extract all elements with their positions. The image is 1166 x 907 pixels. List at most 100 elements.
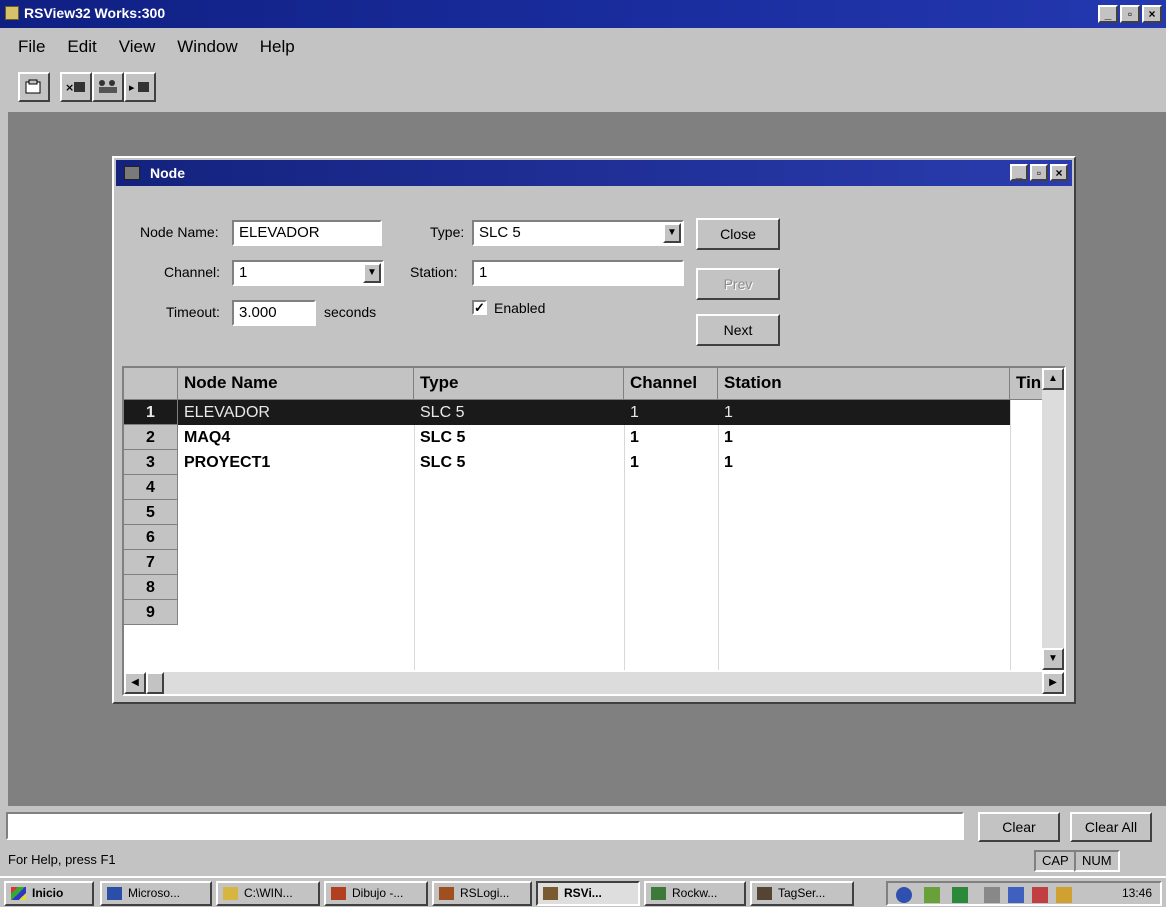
cell-node-name[interactable]: ELEVADOR: [178, 400, 414, 425]
input-icon[interactable]: [1008, 887, 1024, 903]
remove-node-icon[interactable]: ×: [60, 72, 92, 102]
network-icon[interactable]: [896, 887, 912, 903]
task-rslogix[interactable]: RSLogi...: [432, 881, 532, 906]
cell-channel[interactable]: [624, 525, 718, 550]
scroll-down-icon[interactable]: ▼: [1042, 648, 1064, 670]
cell-station[interactable]: [718, 525, 1010, 550]
cell-channel[interactable]: [624, 575, 718, 600]
tray-app-icon[interactable]: [1032, 887, 1048, 903]
cell-channel[interactable]: 1: [624, 450, 718, 475]
table-row[interactable]: 5: [124, 500, 1044, 525]
cell-station[interactable]: [718, 475, 1010, 500]
cell-node-name[interactable]: [178, 500, 414, 525]
cell-station[interactable]: [718, 550, 1010, 575]
row-number[interactable]: 8: [124, 575, 178, 600]
table-row[interactable]: 9: [124, 600, 1044, 625]
clear-button[interactable]: Clear: [978, 812, 1060, 842]
start-button[interactable]: Inicio: [4, 881, 94, 906]
cell-station[interactable]: 1: [718, 400, 1010, 425]
col-header-node-name[interactable]: Node Name: [178, 368, 414, 400]
cell-channel[interactable]: [624, 600, 718, 625]
cell-type[interactable]: [414, 575, 624, 600]
type-dropdown-arrow-icon[interactable]: ▼: [663, 223, 681, 243]
enabled-checkbox[interactable]: ✓: [472, 300, 487, 315]
grid-horizontal-scrollbar[interactable]: ◀ ▶: [124, 672, 1064, 694]
cell-node-name[interactable]: PROYECT1: [178, 450, 414, 475]
minimize-button[interactable]: _: [1098, 5, 1118, 23]
col-header-timeout[interactable]: Tin: [1010, 368, 1044, 400]
table-row[interactable]: 4: [124, 475, 1044, 500]
channel-select[interactable]: 1 ▼: [232, 260, 384, 286]
row-number[interactable]: 2: [124, 425, 178, 450]
cell-channel[interactable]: 1: [624, 425, 718, 450]
scroll-left-icon[interactable]: ◀: [124, 672, 146, 694]
message-line[interactable]: [6, 812, 964, 840]
node-minimize-button[interactable]: _: [1010, 164, 1028, 181]
monitor-icon[interactable]: [952, 887, 968, 903]
row-number[interactable]: 4: [124, 475, 178, 500]
cell-node-name[interactable]: [178, 475, 414, 500]
cell-channel[interactable]: [624, 475, 718, 500]
cell-type[interactable]: [414, 475, 624, 500]
timeout-input[interactable]: 3.000: [232, 300, 316, 326]
col-header-type[interactable]: Type: [414, 368, 624, 400]
cell-node-name[interactable]: [178, 550, 414, 575]
tray-tool-icon[interactable]: [1056, 887, 1072, 903]
cell-node-name[interactable]: MAQ4: [178, 425, 414, 450]
cell-station[interactable]: 1: [718, 450, 1010, 475]
menu-file[interactable]: File: [18, 37, 45, 57]
table-row[interactable]: 6: [124, 525, 1044, 550]
next-button[interactable]: Next: [696, 314, 780, 346]
col-header-channel[interactable]: Channel: [624, 368, 718, 400]
cell-type[interactable]: [414, 525, 624, 550]
type-select[interactable]: SLC 5 ▼: [472, 220, 684, 246]
nodes-icon[interactable]: [92, 72, 124, 102]
row-number[interactable]: 1: [124, 400, 178, 425]
menu-edit[interactable]: Edit: [67, 37, 96, 57]
cell-type[interactable]: [414, 550, 624, 575]
row-number[interactable]: 5: [124, 500, 178, 525]
task-word[interactable]: Microso...: [100, 881, 212, 906]
cell-channel[interactable]: 1: [624, 400, 718, 425]
cell-station[interactable]: [718, 575, 1010, 600]
scroll-up-icon[interactable]: ▲: [1042, 368, 1064, 390]
close-button[interactable]: Close: [696, 218, 780, 250]
cell-channel[interactable]: [624, 550, 718, 575]
cell-type[interactable]: SLC 5: [414, 400, 624, 425]
cell-node-name[interactable]: [178, 600, 414, 625]
add-node-icon[interactable]: ▸: [124, 72, 156, 102]
volume-icon[interactable]: [984, 887, 1000, 903]
task-rockwell[interactable]: Rockw...: [644, 881, 746, 906]
node-maximize-button[interactable]: ▫: [1030, 164, 1048, 181]
station-input[interactable]: 1: [472, 260, 684, 286]
task-rsview[interactable]: RSVi...: [536, 881, 640, 906]
scroll-thumb[interactable]: [146, 672, 164, 694]
table-row[interactable]: 2 MAQ4 SLC 511: [124, 425, 1044, 450]
row-number[interactable]: 6: [124, 525, 178, 550]
table-row[interactable]: 1 ELEVADOR SLC 511: [124, 400, 1044, 425]
clear-all-button[interactable]: Clear All: [1070, 812, 1152, 842]
row-number[interactable]: 9: [124, 600, 178, 625]
task-tagserver[interactable]: TagSer...: [750, 881, 854, 906]
node-name-input[interactable]: ELEVADOR: [232, 220, 382, 246]
table-row[interactable]: 7: [124, 550, 1044, 575]
maximize-button[interactable]: ▫: [1120, 5, 1140, 23]
cell-channel[interactable]: [624, 500, 718, 525]
cell-station[interactable]: [718, 500, 1010, 525]
cell-type[interactable]: SLC 5: [414, 425, 624, 450]
table-row[interactable]: 3 PROYECT1 SLC 511: [124, 450, 1044, 475]
grid-corner[interactable]: [124, 368, 178, 400]
scheduler-icon[interactable]: [924, 887, 940, 903]
menu-window[interactable]: Window: [177, 37, 237, 57]
node-close-button[interactable]: ×: [1050, 164, 1068, 181]
close-app-button[interactable]: ×: [1142, 5, 1162, 23]
cell-station[interactable]: 1: [718, 425, 1010, 450]
cell-type[interactable]: SLC 5: [414, 450, 624, 475]
task-paint[interactable]: Dibujo -...: [324, 881, 428, 906]
channel-dropdown-arrow-icon[interactable]: ▼: [363, 263, 381, 283]
grid-vertical-scrollbar[interactable]: ▲ ▼: [1042, 368, 1064, 670]
task-explorer[interactable]: C:\WIN...: [216, 881, 320, 906]
menu-help[interactable]: Help: [260, 37, 295, 57]
menu-view[interactable]: View: [119, 37, 156, 57]
cell-node-name[interactable]: [178, 575, 414, 600]
